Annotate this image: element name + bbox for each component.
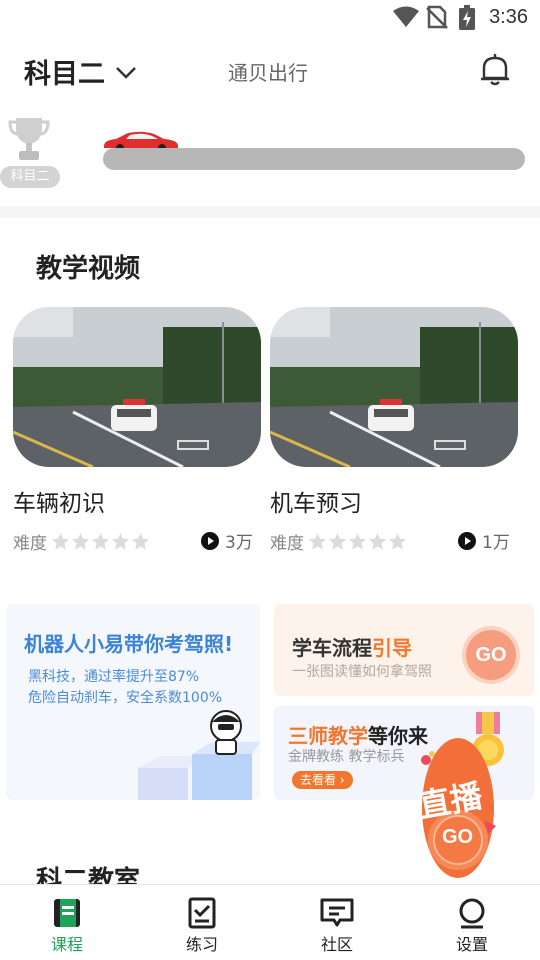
star-icon bbox=[111, 532, 130, 550]
video-thumbnail[interactable] bbox=[270, 307, 518, 467]
tab-label: 课程 bbox=[50, 935, 83, 954]
community-icon bbox=[320, 898, 354, 927]
bottom-tab-bar: 课程 练习 社区 设置 bbox=[0, 884, 540, 960]
live-go-label: GO bbox=[442, 826, 474, 848]
robot-banner-title: 机器人小易带你考驾照! bbox=[24, 632, 234, 656]
view-count: 1万 bbox=[458, 528, 510, 553]
difficulty-rating: 难度 bbox=[13, 529, 151, 554]
course-icon bbox=[54, 899, 80, 927]
star-icon bbox=[328, 532, 347, 550]
status-time: 3:36 bbox=[489, 6, 528, 28]
robot-banner[interactable]: 机器人小易带你考驾照! 黑科技，通过率提升至87% 危险自动刹车，安全系数100… bbox=[6, 604, 260, 800]
tab-label: 设置 bbox=[455, 935, 488, 954]
difficulty-label: 难度 bbox=[270, 534, 304, 554]
section-divider bbox=[0, 206, 540, 218]
trophy-icon bbox=[8, 118, 50, 160]
robot-banner-line1: 黑科技，通过率提升至87% bbox=[28, 669, 200, 685]
difficulty-rating: 难度 bbox=[270, 529, 408, 554]
star-rating bbox=[308, 532, 408, 551]
tab-course[interactable]: 课程 bbox=[22, 897, 112, 955]
go-button[interactable]: GO bbox=[466, 630, 516, 680]
process-subtitle: 一张图读懂如何拿驾照 bbox=[292, 664, 432, 680]
chevron-down-icon bbox=[116, 66, 136, 79]
star-icon bbox=[368, 532, 387, 550]
video-title[interactable]: 机车预习 bbox=[270, 484, 362, 518]
video-title[interactable]: 车辆初识 bbox=[13, 484, 105, 518]
no-sim-icon bbox=[426, 5, 448, 29]
bell-icon[interactable] bbox=[478, 51, 512, 87]
practice-icon bbox=[188, 897, 216, 929]
status-bar: 3:36 bbox=[0, 0, 540, 36]
robot-banner-line2: 危险自动刹车，安全系数100% bbox=[28, 690, 223, 706]
progress-track bbox=[103, 148, 525, 170]
learning-process-banner[interactable]: 学车流程引导 一张图读懂如何拿驾照 GO bbox=[274, 604, 534, 696]
tab-label: 练习 bbox=[185, 935, 218, 954]
teachers-subtitle: 金牌教练 教学标兵 bbox=[288, 749, 405, 765]
tab-label: 社区 bbox=[320, 935, 353, 954]
robot-illustration bbox=[138, 710, 260, 800]
subject-badge: 科目二 bbox=[0, 166, 60, 188]
star-icon bbox=[388, 532, 407, 550]
subject-selector[interactable]: 科目二 bbox=[24, 52, 137, 91]
view-count-label: 3万 bbox=[225, 533, 253, 553]
road-scene-image bbox=[13, 307, 261, 467]
brand-title: 通贝出行 bbox=[228, 61, 308, 85]
video-thumbnail[interactable] bbox=[13, 307, 261, 467]
view-count-label: 1万 bbox=[482, 533, 510, 553]
wifi-icon bbox=[393, 6, 419, 27]
star-icon bbox=[348, 532, 367, 550]
process-title: 学车流程引导 bbox=[292, 636, 412, 660]
star-icon bbox=[131, 532, 150, 550]
teachers-title: 三师教学等你来 bbox=[288, 724, 428, 748]
star-rating bbox=[51, 532, 151, 551]
star-icon bbox=[71, 532, 90, 550]
star-icon bbox=[91, 532, 110, 550]
road-scene-image bbox=[270, 307, 518, 467]
settings-icon bbox=[459, 898, 485, 929]
difficulty-label: 难度 bbox=[13, 534, 47, 554]
play-icon bbox=[458, 531, 476, 550]
tab-settings[interactable]: 设置 bbox=[427, 897, 517, 955]
play-icon bbox=[201, 531, 219, 550]
star-icon bbox=[51, 532, 70, 550]
view-button[interactable]: 去看看 › bbox=[292, 771, 353, 789]
tab-community[interactable]: 社区 bbox=[292, 897, 382, 955]
view-count: 3万 bbox=[201, 528, 253, 553]
tab-practice[interactable]: 练习 bbox=[157, 897, 247, 955]
section-title-videos: 教学视频 bbox=[36, 254, 141, 284]
star-icon bbox=[308, 532, 327, 550]
battery-icon bbox=[459, 5, 475, 30]
subject-label: 科目二 bbox=[24, 59, 105, 90]
